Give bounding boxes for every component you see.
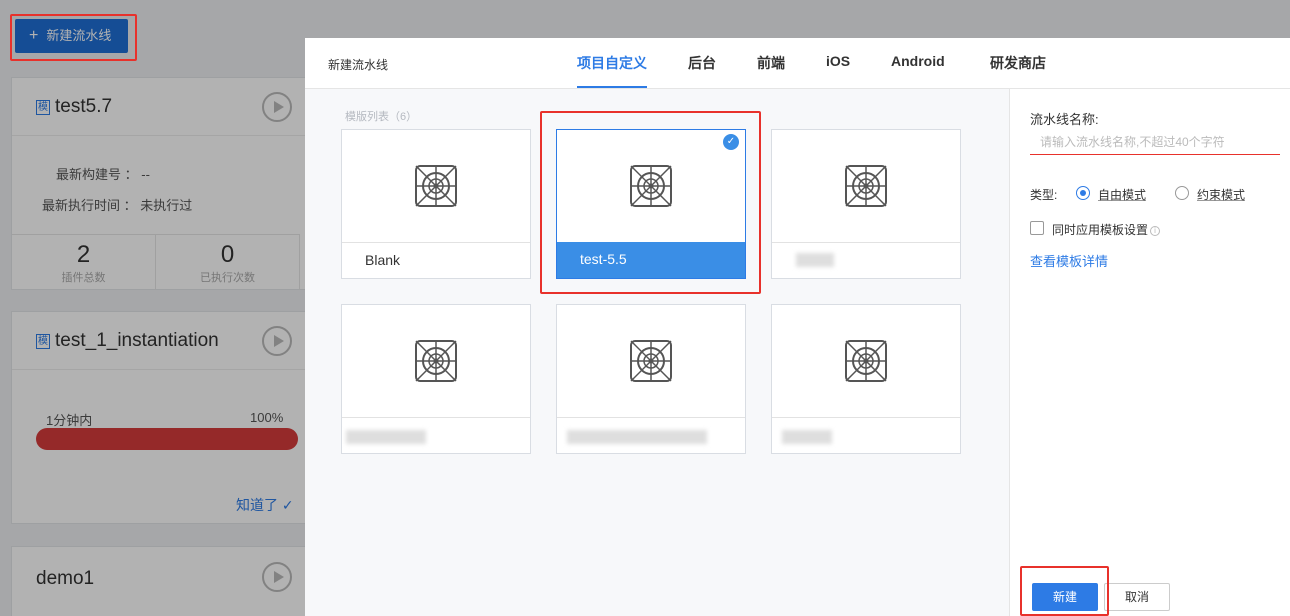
view-template-detail-link[interactable]: 查看模板详情 [1030, 251, 1108, 270]
template-name: Blank [342, 242, 530, 278]
drawer-header: 新建流水线 项目自定义 后台 前端 iOS Android 研发商店 [305, 38, 1290, 89]
template-icon [772, 130, 960, 242]
name-field-label: 流水线名称: [1030, 112, 1099, 127]
type-label: 类型: [1030, 188, 1058, 202]
template-list-label: 模版列表（6） [345, 111, 418, 123]
template-name [772, 242, 960, 278]
tab-ios[interactable]: iOS [826, 53, 850, 69]
free-mode-label[interactable]: 自由模式 [1098, 186, 1146, 203]
template-name [342, 417, 530, 453]
tab-backend[interactable]: 后台 [688, 53, 716, 73]
template-name [557, 417, 745, 453]
template-card[interactable] [341, 304, 531, 454]
template-card[interactable] [771, 304, 961, 454]
constraint-mode-label[interactable]: 约束模式 [1197, 186, 1245, 203]
template-card-blank[interactable]: Blank [341, 129, 531, 279]
constraint-mode-radio[interactable] [1175, 186, 1189, 200]
free-mode-radio[interactable] [1076, 186, 1090, 200]
redacted-text [782, 430, 832, 444]
tab-android[interactable]: Android [891, 53, 945, 69]
template-icon [557, 305, 745, 417]
pipeline-form-pane: 流水线名称: 类型: 自由模式 约束模式 同时应用模板设置i 查看模板详情 新建… [1009, 89, 1290, 616]
template-card[interactable] [771, 129, 961, 279]
new-pipeline-drawer: 新建流水线 项目自定义 后台 前端 iOS Android 研发商店 模版列表（… [305, 38, 1290, 616]
active-tab-indicator [577, 86, 647, 88]
drawer-title: 新建流水线 [328, 58, 389, 72]
tab-store[interactable]: 研发商店 [990, 53, 1046, 73]
redacted-text [346, 430, 426, 444]
redacted-text [796, 253, 834, 267]
pipeline-name-input[interactable] [1030, 129, 1280, 155]
tab-custom[interactable]: 项目自定义 [577, 53, 647, 73]
template-list-pane: 模版列表（6） Blank ✓ test-5.5 [305, 89, 1009, 616]
template-icon [342, 305, 530, 417]
apply-template-checkbox[interactable] [1030, 221, 1044, 235]
apply-template-label[interactable]: 同时应用模板设置 i [1052, 221, 1161, 238]
template-icon [342, 130, 530, 242]
template-name [772, 417, 960, 453]
info-icon[interactable]: i [1150, 226, 1161, 236]
highlight-box [540, 111, 761, 294]
tab-frontend[interactable]: 前端 [757, 53, 785, 73]
template-icon [772, 305, 960, 417]
highlight-box [1020, 566, 1109, 616]
highlight-box [10, 14, 137, 61]
template-card[interactable] [556, 304, 746, 454]
redacted-text [567, 430, 707, 444]
cancel-button[interactable]: 取消 [1104, 583, 1170, 611]
